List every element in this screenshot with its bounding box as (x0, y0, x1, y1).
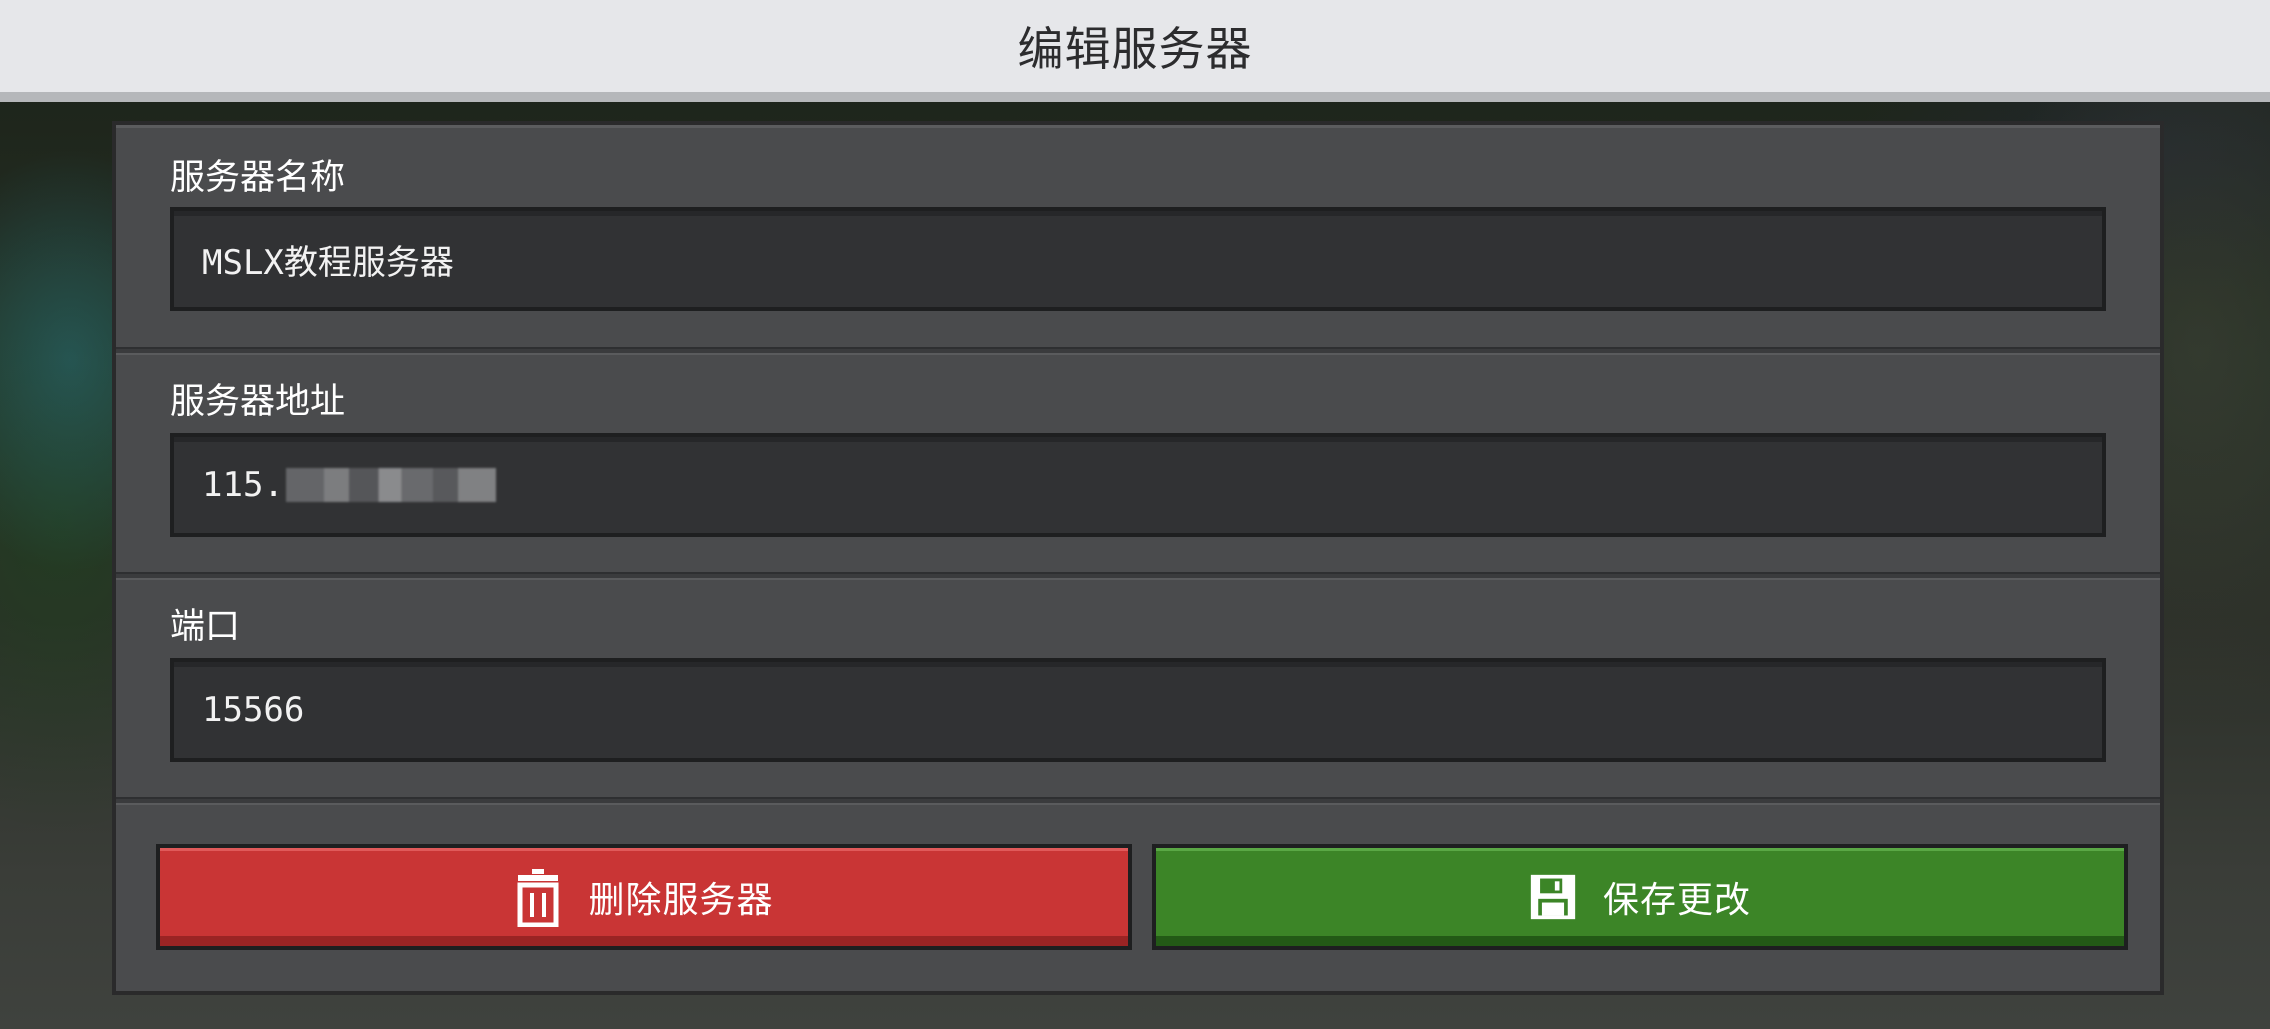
trash-icon (514, 866, 562, 928)
server-address-value: 115. (202, 465, 284, 505)
save-changes-label: 保存更改 (1602, 880, 1751, 921)
server-address-section: 服务器地址 115. (116, 355, 2160, 575)
port-section: 端口 15566 (116, 580, 2160, 800)
server-address-label: 服务器地址 (170, 382, 346, 422)
server-name-section: 服务器名称 MSLX教程服务器 (116, 125, 2160, 345)
server-name-label: 服务器名称 (170, 158, 346, 198)
floppy-disk-icon (1529, 866, 1577, 928)
port-input[interactable]: 15566 (170, 658, 2106, 762)
save-changes-button[interactable]: 保存更改 (1152, 844, 2128, 950)
section-divider (116, 572, 2160, 580)
delete-server-label: 删除服务器 (588, 880, 774, 921)
delete-server-button[interactable]: 删除服务器 (156, 844, 1132, 950)
title-bar: 编辑服务器 (0, 0, 2270, 102)
server-name-input[interactable]: MSLX教程服务器 (170, 207, 2106, 311)
section-divider (116, 347, 2160, 355)
edit-server-panel: 服务器名称 MSLX教程服务器 服务器地址 115. 端口 15566 删除服务… (112, 121, 2164, 995)
section-divider (116, 797, 2160, 805)
server-address-input[interactable]: 115. (170, 433, 2106, 537)
port-value: 15566 (202, 690, 305, 730)
server-name-value: MSLX教程服务器 (202, 242, 454, 283)
redacted-address-mosaic (285, 468, 496, 502)
page-title: 编辑服务器 (1017, 22, 1253, 76)
port-label: 端口 (170, 607, 241, 647)
